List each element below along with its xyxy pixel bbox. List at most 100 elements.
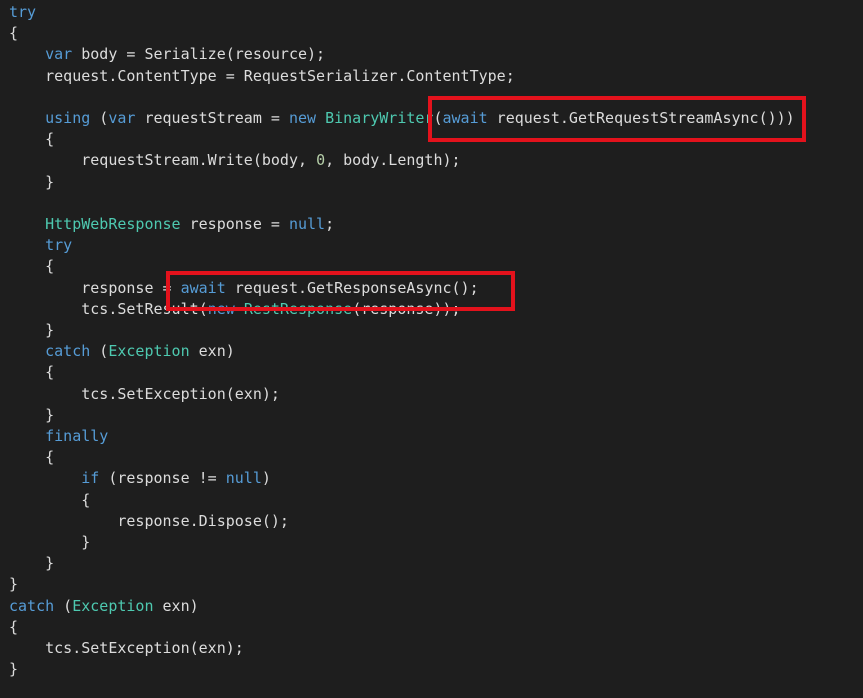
code-token-plain: response.Dispose(); xyxy=(117,511,289,530)
code-token-keyword: null xyxy=(225,469,262,488)
code-line: { xyxy=(9,256,54,277)
code-token-plain: } xyxy=(81,533,91,551)
code-line: { xyxy=(9,362,54,383)
code-line: { xyxy=(9,23,18,44)
code-token-plain: ; xyxy=(325,215,335,233)
code-line: } xyxy=(9,320,54,341)
code-token-plain: ( xyxy=(90,109,109,127)
code-line: finally xyxy=(9,426,108,447)
code-token-keyword: catch xyxy=(45,342,91,361)
code-line: } xyxy=(9,574,18,595)
code-token-plain: } xyxy=(9,660,19,679)
code-token-type: Exception xyxy=(72,596,154,615)
code-line: } xyxy=(9,659,18,680)
code-token-keyword: var xyxy=(45,45,73,64)
code-token-plain: } xyxy=(45,172,55,191)
code-token-plain: { xyxy=(45,363,55,382)
code-token-plain: { xyxy=(45,130,55,149)
code-token-keyword: catch xyxy=(9,596,55,615)
highlight-box-await-response xyxy=(166,271,515,311)
code-line: { xyxy=(9,617,18,638)
code-line: { xyxy=(9,490,90,511)
code-line: response.Dispose(); xyxy=(9,511,289,532)
code-token-plain: request.ContentType = RequestSerializer.… xyxy=(45,66,515,85)
code-line: { xyxy=(9,129,54,150)
code-token-keyword: if xyxy=(81,469,100,488)
code-token-plain: { xyxy=(45,448,55,467)
code-token-plain: { xyxy=(9,617,19,636)
code-token-keyword: try xyxy=(9,3,37,21)
code-token-plain: requestStream = xyxy=(135,109,289,127)
code-token-plain: ( xyxy=(54,596,73,615)
code-line: if (response != null) xyxy=(9,468,271,489)
code-line: requestStream.Write(body, 0, body.Length… xyxy=(9,150,461,171)
code-token-plain: tcs.SetException(exn); xyxy=(81,384,280,403)
code-token-plain: { xyxy=(81,490,91,509)
code-line: catch (Exception exn) xyxy=(9,341,235,362)
code-line: tcs.SetException(exn); xyxy=(9,638,244,659)
code-token-type: HttpWebResponse xyxy=(45,215,181,233)
code-token-type: Exception xyxy=(108,342,190,361)
highlight-box-await-request-stream xyxy=(428,96,806,142)
code-line: var body = Serialize(resource); xyxy=(9,44,325,65)
code-line: try xyxy=(9,2,36,23)
code-token-plain: } xyxy=(45,405,55,424)
code-token-plain: { xyxy=(45,257,55,276)
code-token-keyword: var xyxy=(108,109,136,127)
code-token-plain: response = xyxy=(180,215,289,233)
code-line: { xyxy=(9,447,54,468)
code-token-plain: { xyxy=(9,24,19,43)
code-token-plain: exn) xyxy=(189,342,235,361)
code-line: } xyxy=(9,553,54,574)
code-token-plain: (response != xyxy=(99,469,226,488)
code-line: HttpWebResponse response = null; xyxy=(9,214,334,235)
code-line: } xyxy=(9,405,54,426)
code-line: } xyxy=(9,532,90,553)
code-token-plain: requestStream.Write(body, xyxy=(81,151,317,170)
code-token-keyword: finally xyxy=(45,427,109,445)
code-token-keyword: new xyxy=(288,109,317,127)
code-editor[interactable]: try { var body = Serialize(resource); req… xyxy=(0,0,863,698)
code-token-keyword: using xyxy=(45,109,91,127)
code-token-plain: exn) xyxy=(153,596,199,615)
code-token-keyword: try xyxy=(45,236,73,255)
code-token-plain: } xyxy=(45,321,55,339)
code-token-plain: tcs.SetException(exn); xyxy=(45,639,244,657)
code-token-plain: } xyxy=(9,575,19,594)
code-line: tcs.SetException(exn); xyxy=(9,384,280,405)
code-token-plain: body = Serialize(resource); xyxy=(72,45,326,64)
code-line: catch (Exception exn) xyxy=(9,596,199,617)
code-line: } xyxy=(9,172,54,193)
code-line: request.ContentType = RequestSerializer.… xyxy=(9,66,515,87)
code-token-plain: , body.Length); xyxy=(325,151,461,170)
code-token-plain: } xyxy=(45,554,55,573)
code-token-type: BinaryWriter xyxy=(325,109,434,127)
code-token-plain: ( xyxy=(90,342,109,361)
code-token-number: 0 xyxy=(316,151,326,170)
